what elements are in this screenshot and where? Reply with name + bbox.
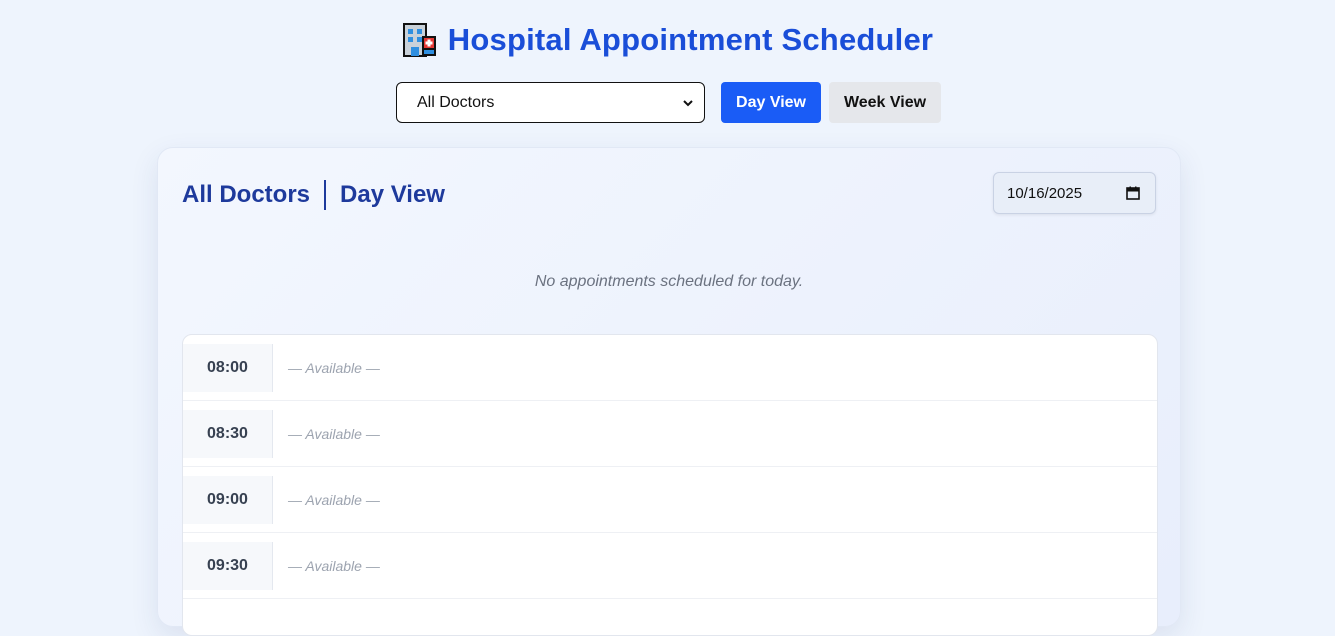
- panel-heading: All Doctors Day View: [182, 180, 445, 210]
- empty-message: No appointments scheduled for today.: [534, 273, 804, 290]
- slot-time: 08:30: [183, 410, 273, 458]
- slot-status[interactable]: — Available —: [288, 335, 380, 401]
- time-slot-row[interactable]: 08:30 — Available —: [183, 401, 1157, 467]
- panel-view-title: Day View: [340, 181, 445, 208]
- time-slot-list: 08:00 — Available — 08:30 — Available — …: [182, 334, 1158, 636]
- time-slot-row[interactable]: 08:00 — Available —: [183, 335, 1157, 401]
- doctor-select-value: All Doctors: [417, 93, 495, 111]
- app-header: Hospital Appointment Scheduler: [0, 22, 1335, 58]
- date-value: 10/16/2025: [1007, 184, 1083, 202]
- date-picker[interactable]: 10/16/2025: [993, 172, 1156, 214]
- time-slot-row[interactable]: 09:30 — Available —: [183, 533, 1157, 599]
- chevron-down-icon: [682, 96, 694, 108]
- view-controls: All Doctors Day View Week View: [396, 82, 941, 123]
- slot-status[interactable]: — Available —: [288, 533, 380, 599]
- hospital-icon: [402, 22, 438, 58]
- slot-time: 09:30: [183, 542, 273, 590]
- week-view-button[interactable]: Week View: [829, 82, 941, 123]
- slot-status[interactable]: — Available —: [288, 467, 380, 533]
- time-slot-row[interactable]: 09:00 — Available —: [183, 467, 1157, 533]
- day-view-button[interactable]: Day View: [721, 82, 821, 123]
- doctor-select[interactable]: All Doctors: [396, 82, 705, 123]
- panel-doctor-title: All Doctors: [182, 181, 311, 208]
- slot-time: 08:00: [183, 344, 273, 392]
- schedule-panel: All Doctors Day View 10/16/2025 No appoi…: [157, 147, 1181, 636]
- heading-divider: [324, 180, 327, 210]
- slot-time: 09:00: [183, 476, 273, 524]
- slot-status[interactable]: — Available —: [288, 401, 380, 467]
- calendar-icon[interactable]: [1126, 186, 1140, 200]
- page-title: Hospital Appointment Scheduler: [447, 22, 934, 57]
